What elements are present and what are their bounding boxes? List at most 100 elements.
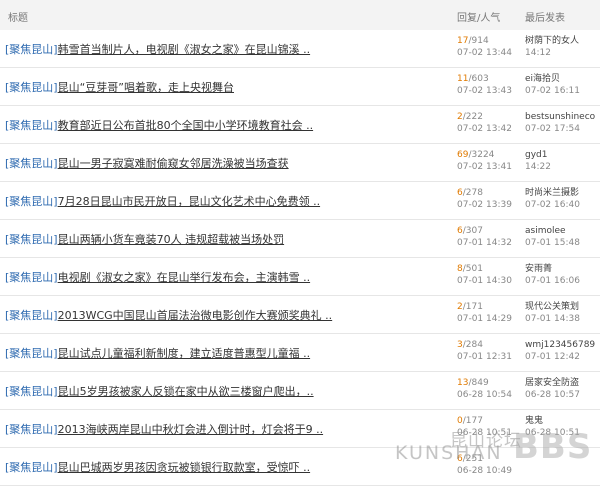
watermark-en: KUNSHAN [395,442,503,464]
thread-subject: [聚焦昆山]昆山“豆芽哥”唱着歌，走上央视舞台 [5,79,234,95]
last-post-time: 07-02 16:11 [525,86,580,96]
view-count: /849 [468,378,489,388]
thread-title-link[interactable]: 7月28日昆山市民开放日，昆山文化艺术中心免费领 .. [58,195,320,208]
thread-title-link[interactable]: 电视剧《淑女之家》在昆山举行发布会，主演韩雪 .. [58,271,311,284]
last-poster-link[interactable]: 居家安全防盗 [525,378,579,388]
last-poster-link[interactable]: gyd1 [525,150,547,160]
thread-title-link[interactable]: 昆山5岁男孩被家人反锁在家中从欲三楼窗户爬出，.. [58,385,314,398]
thread-subject: [聚焦昆山]电视剧《淑女之家》在昆山举行发布会，主演韩雪 .. [5,269,310,285]
column-header-stats: 回复/人气 [457,13,501,24]
last-poster-link[interactable]: 安雨菁 [525,264,552,274]
post-time: 07-02 13:44 [457,48,512,58]
table-row: [聚焦昆山]昆山巴城两岁男孩因贪玩被锁银行取款室，受惊吓 .. 6/251 06-2… [0,448,600,486]
table-row: [聚焦昆山]昆山“豆芽哥”唱着歌，走上央视舞台 11/603 07-02 13:43… [0,68,600,106]
thread-category-link[interactable]: [聚焦昆山] [5,385,58,398]
thread-category-link[interactable]: [聚焦昆山] [5,195,58,208]
thread-subject: [聚焦昆山]教育部近日公布首批80个全国中小学环境教育社会 .. [5,117,313,133]
thread-stats: 69/3224 07-02 13:41 [457,149,512,173]
thread-title-link[interactable]: 2013海峡两岸昆山中秋灯会进入倒计时，灯会将于9 .. [58,423,323,436]
thread-category-link[interactable]: [聚焦昆山] [5,43,58,56]
last-post: 时尚米兰摄影 07-02 16:40 [525,187,580,211]
thread-stats: 2/222 07-02 13:42 [457,111,512,135]
post-time: 07-02 13:42 [457,124,512,134]
reply-count: 11 [457,74,469,84]
last-post-time: 14:22 [525,162,551,172]
post-time: 07-01 14:32 [457,238,512,248]
thread-category-link[interactable]: [聚焦昆山] [5,347,58,360]
last-poster-link[interactable]: 树荫下的女人 [525,36,579,46]
post-time: 06-28 10:54 [457,390,512,400]
thread-category-link[interactable]: [聚焦昆山] [5,157,58,170]
thread-stats: 17/914 07-02 13:44 [457,35,512,59]
last-post: 居家安全防盗 06-28 10:57 [525,377,580,401]
table-row: [聚焦昆山]昆山一男子寂寞难耐偷窥女邻居洗澡被当场查获 69/3224 07-02 … [0,144,600,182]
table-row: [聚焦昆山]昆山试点儿童福利新制度，建立适度普惠型儿童福 .. 3/284 07-0… [0,334,600,372]
table-row: [聚焦昆山]2013WCG中国昆山首届法治微电影创作大赛颁奖典礼 .. 2/171… [0,296,600,334]
thread-stats: 13/849 06-28 10:54 [457,377,512,401]
last-poster-link[interactable]: ei海拾贝 [525,74,560,84]
last-post: 安雨菁 07-01 16:06 [525,263,580,287]
last-post-time: 14:12 [525,48,551,58]
table-row: [聚焦昆山]教育部近日公布首批80个全国中小学环境教育社会 .. 2/222 07-… [0,106,600,144]
thread-category-link[interactable]: [聚焦昆山] [5,271,58,284]
thread-subject: [聚焦昆山]昆山5岁男孩被家人反锁在家中从欲三楼窗户爬出，.. [5,383,314,399]
last-poster-link[interactable]: asimolee [525,226,566,236]
thread-stats: 2/171 07-01 14:29 [457,301,512,325]
table-header: 标题 回复/人气 最后发表 [0,0,600,31]
last-poster-link[interactable]: bestsunshineco [525,112,595,122]
thread-title-link[interactable]: 教育部近日公布首批80个全国中小学环境教育社会 .. [58,119,314,132]
thread-title-link[interactable]: 昆山“豆芽哥”唱着歌，走上央视舞台 [58,81,234,94]
thread-subject: [聚焦昆山]昆山试点儿童福利新制度，建立适度普惠型儿童福 .. [5,345,310,361]
view-count: /177 [462,416,483,426]
last-post-time: 07-01 14:38 [525,314,580,324]
column-header-last-post: 最后发表 [525,13,565,24]
column-header-title: 标题 [8,13,28,24]
thread-category-link[interactable]: [聚焦昆山] [5,461,58,474]
thread-stats: 11/603 07-02 13:43 [457,73,512,97]
table-row: [聚焦昆山]昆山5岁男孩被家人反锁在家中从欲三楼窗户爬出，.. 13/849 06-… [0,372,600,410]
thread-category-link[interactable]: [聚焦昆山] [5,309,58,322]
last-poster-link[interactable]: 时尚米兰摄影 [525,188,579,198]
thread-category-link[interactable]: [聚焦昆山] [5,119,58,132]
reply-count: 13 [457,378,469,388]
table-row: [聚焦昆山]电视剧《淑女之家》在昆山举行发布会，主演韩雪 .. 8/501 07-0… [0,258,600,296]
thread-subject: [聚焦昆山]昆山巴城两岁男孩因贪玩被锁银行取款室，受惊吓 .. [5,459,310,475]
last-post-time: 07-01 15:48 [525,238,580,248]
thread-stats: 8/501 07-01 14:30 [457,263,512,287]
thread-category-link[interactable]: [聚焦昆山] [5,423,58,436]
last-poster-link[interactable]: 鬼鬼 [525,416,543,426]
reply-count: 69 [457,150,469,160]
view-count: /171 [462,302,483,312]
last-post: 树荫下的女人 14:12 [525,35,579,59]
view-count: /501 [462,264,483,274]
reply-count: 17 [457,36,469,46]
last-post-time: 07-01 12:42 [525,352,580,362]
thread-title-link[interactable]: 昆山两辆小货车竟装70人 违规超载被当场处罚 [58,233,285,246]
view-count: /3224 [468,150,495,160]
table-row: [聚焦昆山]昆山两辆小货车竟装70人 违规超载被当场处罚 6/307 07-01 1… [0,220,600,258]
thread-stats: 6/307 07-01 14:32 [457,225,512,249]
view-count: /278 [462,188,483,198]
thread-subject: [聚焦昆山]昆山两辆小货车竟装70人 违规超载被当场处罚 [5,231,284,247]
last-post: bestsunshineco 07-02 17:54 [525,111,595,135]
last-poster-link[interactable]: wmj123456789 [525,340,595,350]
last-post-time: 07-02 16:40 [525,200,580,210]
post-time: 07-01 14:30 [457,276,512,286]
post-time: 07-01 12:31 [457,352,512,362]
thread-title-link[interactable]: 昆山巴城两岁男孩因贪玩被锁银行取款室，受惊吓 .. [58,461,311,474]
thread-subject: [聚焦昆山]7月28日昆山市民开放日，昆山文化艺术中心免费领 .. [5,193,320,209]
thread-category-link[interactable]: [聚焦昆山] [5,233,58,246]
thread-subject: [聚焦昆山]韩雪首当制片人，电视剧《淑女之家》在昆山锦溪 .. [5,41,310,57]
last-poster-link[interactable]: 现代公关策划 [525,302,579,312]
last-post: 现代公关策划 07-01 14:38 [525,301,580,325]
thread-title-link[interactable]: 韩雪首当制片人，电视剧《淑女之家》在昆山锦溪 .. [58,43,311,56]
last-post: ei海拾贝 07-02 16:11 [525,73,580,97]
view-count: /222 [462,112,483,122]
last-post-time: 07-01 16:06 [525,276,580,286]
thread-title-link[interactable]: 昆山一男子寂寞难耐偷窥女邻居洗澡被当场查获 [58,157,289,170]
thread-title-link[interactable]: 2013WCG中国昆山首届法治微电影创作大赛颁奖典礼 .. [58,309,333,322]
thread-title-link[interactable]: 昆山试点儿童福利新制度，建立适度普惠型儿童福 .. [58,347,311,360]
thread-category-link[interactable]: [聚焦昆山] [5,81,58,94]
thread-stats: 6/278 07-02 13:39 [457,187,512,211]
post-time: 07-02 13:43 [457,86,512,96]
